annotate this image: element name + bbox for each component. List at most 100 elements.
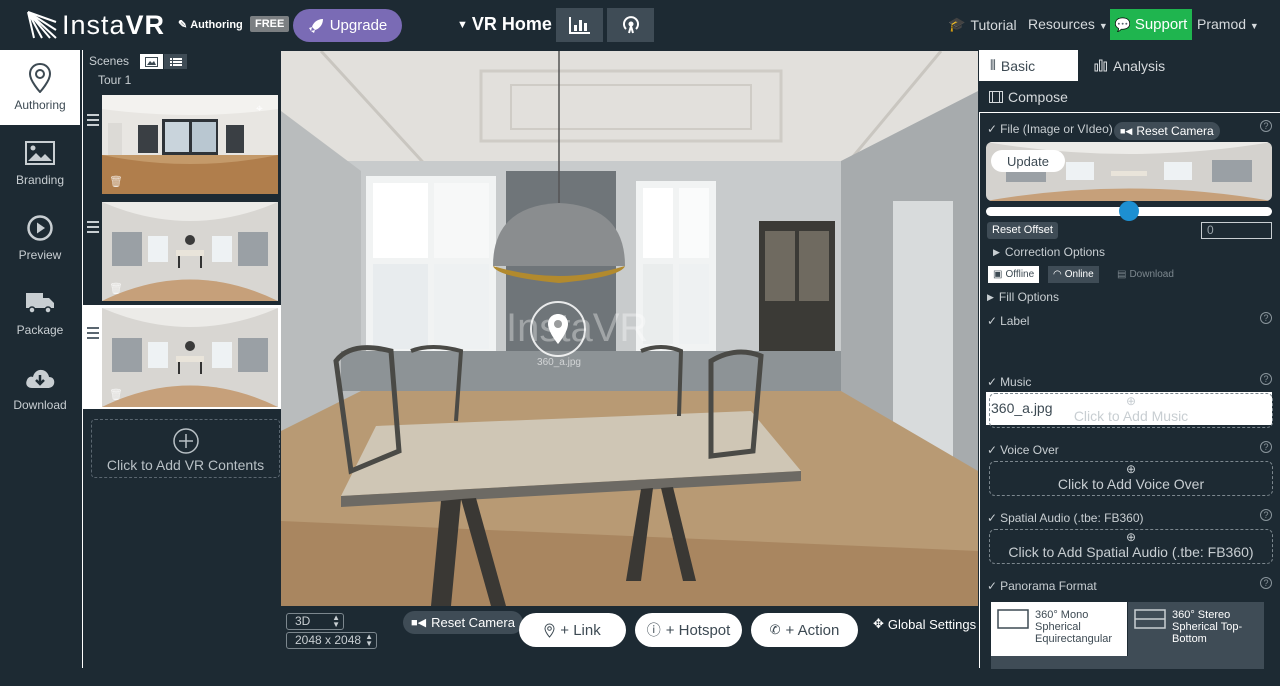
help-icon[interactable]: ? (1260, 441, 1272, 453)
add-hotspot-label: + Hotspot (665, 621, 731, 639)
map-pin-icon (548, 314, 568, 344)
scene-item[interactable]: ⌖ 🗑 (83, 92, 281, 196)
file-label: File (Image or VIdeo) (1000, 122, 1113, 136)
offset-slider-thumb[interactable] (1119, 201, 1139, 221)
resolution-select[interactable]: 2048 x 2048 ▲ ▼ (286, 632, 377, 649)
image-icon (145, 56, 158, 67)
resources-menu[interactable]: Resources ▼ (1028, 16, 1108, 32)
add-action-button[interactable]: ✆ + Action (751, 613, 858, 647)
reset-camera-button[interactable]: ■◀ Reset Camera (1114, 122, 1220, 140)
graduation-cap-icon: 🎓 (948, 16, 966, 32)
add-hotspot-button[interactable]: ⓘ + Hotspot (635, 613, 742, 647)
list-view-toggle[interactable] (164, 54, 187, 69)
grid-view-toggle[interactable] (140, 54, 163, 69)
tab-compose[interactable]: Compose (989, 81, 1079, 112)
scene-item-selected[interactable]: 🗑 (83, 305, 281, 409)
trash-icon[interactable]: 🗑 (109, 388, 123, 401)
pano-format-stereo[interactable]: 360° Stereo Spherical Top-Bottom (1128, 602, 1264, 656)
logo-text: InstaVR (62, 9, 166, 40)
add-vr-content-button[interactable]: Click to Add VR Contents (91, 419, 280, 478)
drag-handle-icon[interactable] (87, 221, 99, 236)
stereo-mode-select[interactable]: 3D ▲ ▼ (286, 613, 344, 630)
panorama-view[interactable]: InstaVR (281, 51, 978, 606)
check-circle-icon: ✓ (987, 511, 998, 525)
nav-label: Branding (15, 173, 65, 187)
scene-thumbnail[interactable]: 🗑 (102, 202, 278, 301)
user-name: Pramod (1197, 16, 1247, 32)
analytics-button[interactable] (556, 8, 603, 42)
global-settings-label: Global Settings (887, 616, 977, 632)
nav-item-package[interactable]: Package (0, 275, 80, 350)
drag-handle-icon[interactable] (87, 327, 99, 342)
sliders-icon: ⫴ (990, 57, 996, 73)
pencil-icon: ✎ (178, 19, 188, 31)
project-selector[interactable]: ▼ VR Home (457, 14, 552, 35)
tab-basic[interactable]: ⫴ Basic (979, 50, 1078, 81)
vr-viewport[interactable]: InstaVR 360_a.jpg (281, 51, 978, 606)
online-toggle[interactable]: ◠ Online (1048, 266, 1099, 283)
map-pin-icon (29, 63, 51, 93)
tab-analysis[interactable]: Analysis (1094, 50, 1184, 81)
scene-thumbnail[interactable]: 🗑 (102, 308, 278, 407)
caret-down-icon: ▼ (457, 18, 468, 31)
plus-circle-icon: ⊕ (1125, 530, 1137, 544)
pano-format-mono[interactable]: 360° Mono Spherical Equirectangular (991, 602, 1127, 656)
resources-label: Resources (1028, 16, 1095, 32)
image-icon (25, 141, 55, 165)
trash-icon[interactable]: 🗑 (109, 282, 123, 295)
offset-input[interactable]: 0 (1201, 222, 1272, 239)
video-camera-icon: ■◀ (1120, 125, 1133, 136)
video-camera-icon: ■◀ (411, 617, 427, 629)
add-pin-icon[interactable]: ⌖ (256, 101, 263, 116)
support-button[interactable]: 💬 Support (1110, 9, 1192, 40)
truck-icon (26, 293, 54, 314)
nav-item-download[interactable]: Download (0, 350, 80, 425)
user-menu[interactable]: Pramod ▼ (1197, 16, 1259, 32)
left-nav: Authoring Branding Preview Package Downl… (0, 50, 80, 686)
add-action-label: + Action (785, 621, 840, 639)
add-spatial-audio-button[interactable]: ⊕ Click to Add Spatial Audio (.tbe: FB36… (989, 529, 1273, 564)
help-icon[interactable]: ? (1260, 509, 1272, 521)
drag-handle-icon[interactable] (87, 114, 99, 129)
scene-item[interactable]: 🗑 (83, 199, 281, 303)
tour-label: Tour 1 (98, 73, 132, 87)
mono-rect-icon (997, 609, 1029, 629)
voice-title: Voice Over (1000, 443, 1059, 457)
nav-item-authoring[interactable]: Authoring (0, 50, 80, 125)
global-settings-button[interactable]: ✥ Global Settings (873, 616, 976, 632)
correction-options-toggle[interactable]: ▶ Correction Options (993, 245, 1105, 259)
music-row-label: ✓ Music (987, 375, 1031, 389)
pano-stereo-label: 360° Stereo Spherical Top-Bottom (1172, 609, 1243, 645)
hotspot-marker[interactable] (530, 301, 586, 357)
upgrade-button[interactable]: Upgrade (293, 9, 402, 42)
update-file-button[interactable]: Update (991, 150, 1065, 172)
mode-indicator: ✎ Authoring (178, 18, 243, 32)
help-icon[interactable]: ? (1260, 120, 1272, 132)
offline-toggle[interactable]: ▣ Offline (988, 266, 1040, 283)
nav-label: Preview (18, 248, 62, 262)
trash-icon[interactable]: 🗑 (109, 175, 123, 188)
add-link-button[interactable]: + Link (519, 613, 626, 647)
fill-options-toggle[interactable]: ▶ Fill Options (987, 290, 1059, 304)
instavr-logo[interactable]: InstaVR (26, 8, 165, 42)
support-label: Support (1134, 16, 1188, 33)
tutorial-link[interactable]: 🎓 Tutorial (948, 16, 1017, 33)
help-icon[interactable]: ? (1260, 312, 1272, 324)
plus-circle-icon: ⊕ (1125, 462, 1137, 476)
rocket-icon (308, 18, 323, 33)
add-music-label: Click to Add Music (1073, 408, 1189, 424)
nav-item-branding[interactable]: Branding (0, 125, 80, 200)
download-toggle[interactable]: ▤ Download (1112, 266, 1179, 283)
add-voice-button[interactable]: ⊕ Click to Add Voice Over (989, 461, 1273, 496)
reset-camera-button[interactable]: ■◀ Reset Camera (403, 611, 523, 634)
caret-right-icon: ▶ (993, 246, 1000, 257)
reset-offset-button[interactable]: Reset Offset (987, 222, 1058, 239)
reset-camera-label: Reset Camera (431, 615, 515, 630)
broadcast-icon (622, 16, 639, 34)
broadcast-button[interactable] (607, 8, 654, 42)
help-icon[interactable]: ? (1260, 577, 1272, 589)
add-music-button[interactable]: ⊕ Click to Add Music (989, 393, 1273, 428)
scene-thumbnail[interactable]: ⌖ 🗑 (102, 95, 278, 194)
nav-item-preview[interactable]: Preview (0, 200, 80, 275)
help-icon[interactable]: ? (1260, 373, 1272, 385)
